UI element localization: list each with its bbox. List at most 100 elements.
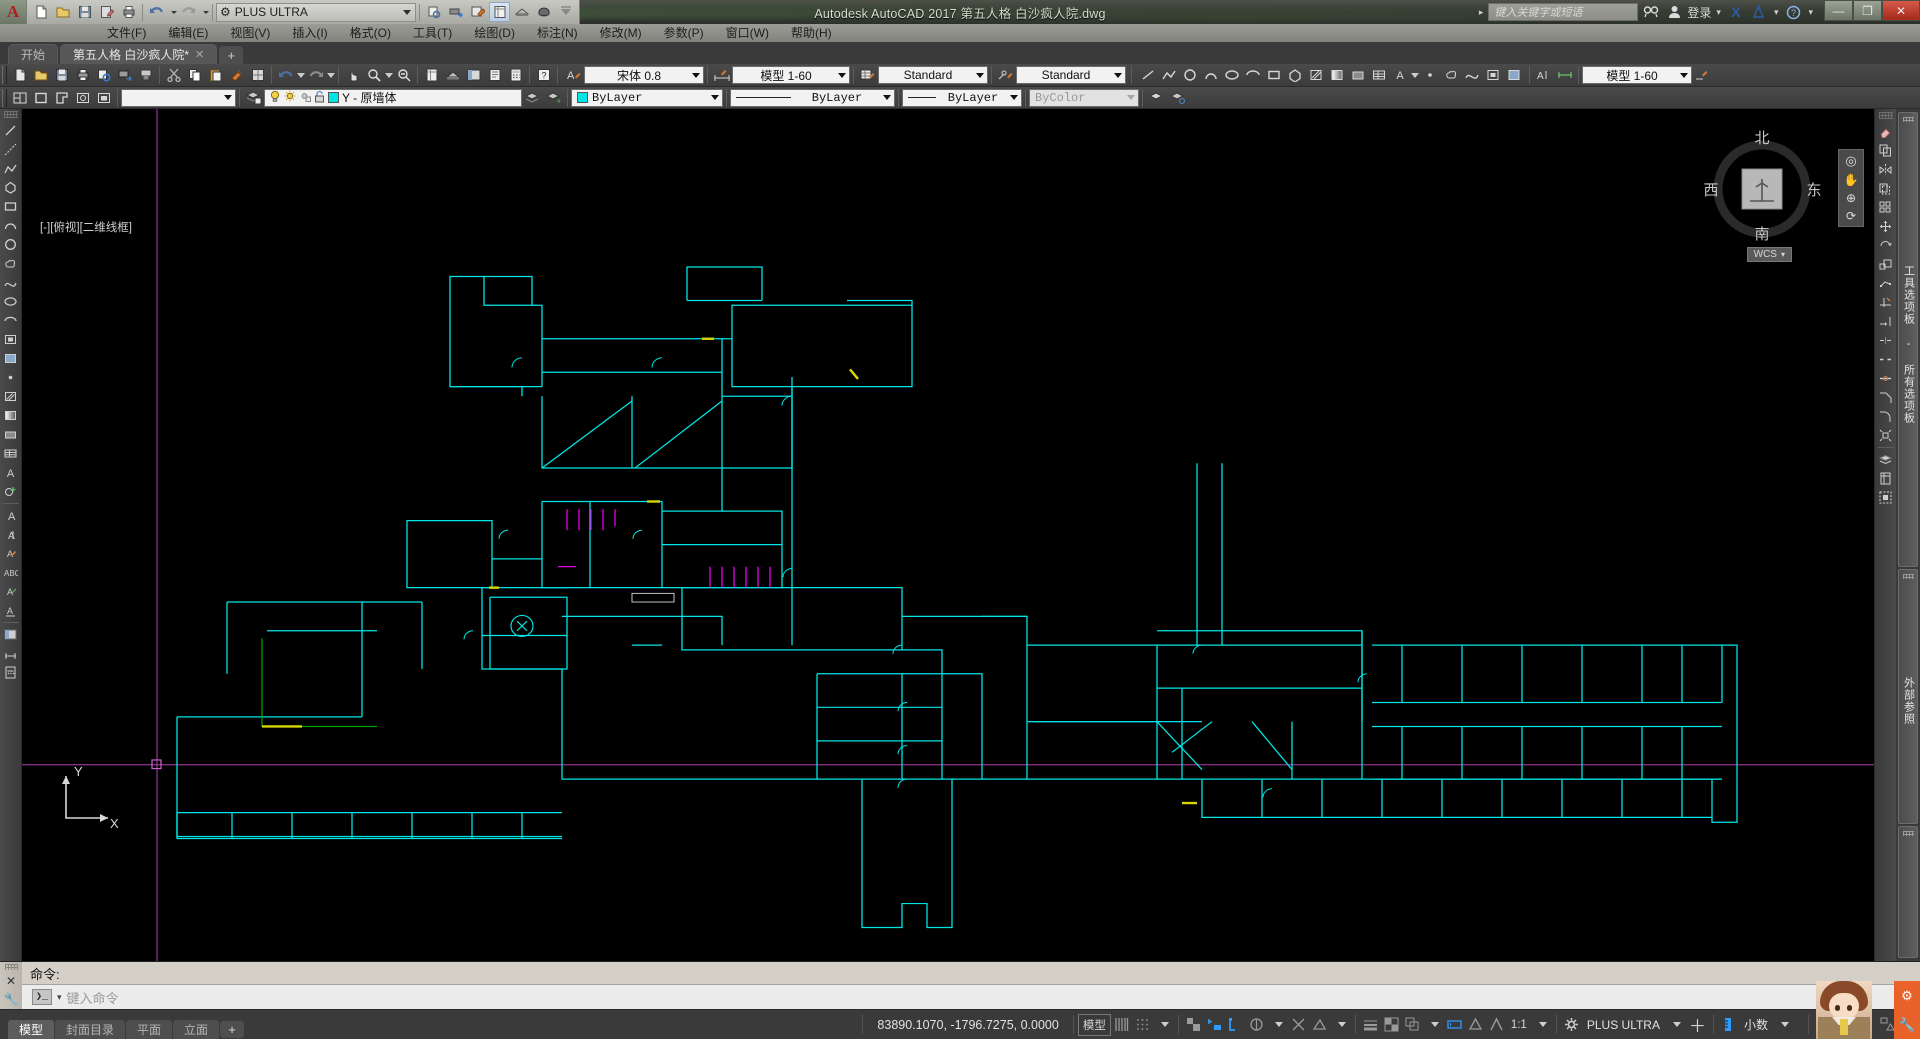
steering-wheel-icon[interactable]: ◎ xyxy=(1845,153,1856,169)
layer-combo[interactable]: Y - 原墙体 xyxy=(264,88,522,107)
break-at-point-icon[interactable] xyxy=(1876,331,1896,350)
explode-icon[interactable] xyxy=(1876,426,1896,445)
properties-tool-icon[interactable] xyxy=(1876,469,1896,488)
mirror-icon[interactable] xyxy=(1876,160,1896,179)
region-icon[interactable] xyxy=(1347,65,1368,85)
layer-freeze-icon[interactable] xyxy=(284,90,296,106)
scale-text-icon[interactable]: A xyxy=(1,582,21,601)
line-icon[interactable] xyxy=(1137,65,1158,85)
menu-edit[interactable]: 编辑(E) xyxy=(157,24,219,42)
dyn-dropdown-icon[interactable] xyxy=(1330,1014,1351,1036)
make-block-icon[interactable] xyxy=(1503,65,1524,85)
units-label[interactable]: 小数 xyxy=(1739,1016,1773,1033)
break-icon[interactable] xyxy=(1876,350,1896,369)
quickcalc-tool-icon[interactable] xyxy=(1,663,21,682)
maximize-button[interactable]: ❐ xyxy=(1853,0,1882,21)
command-input[interactable]: 键入命令 xyxy=(67,988,119,1007)
fillet-icon[interactable] xyxy=(1876,407,1896,426)
units-icon[interactable] xyxy=(1718,1014,1739,1036)
zoom-icon[interactable]: ⊕ xyxy=(1846,191,1856,205)
sheetset-icon[interactable] xyxy=(484,65,505,85)
point-tool-icon[interactable] xyxy=(1,368,21,387)
layer-states-icon[interactable] xyxy=(1146,88,1167,108)
signin-label[interactable]: 登录 xyxy=(1687,2,1711,22)
trim-icon[interactable] xyxy=(1876,293,1896,312)
snap-dropdown-icon[interactable] xyxy=(1153,1014,1174,1036)
viewport-polygonal-icon[interactable] xyxy=(51,88,72,108)
help-icon[interactable]: ? xyxy=(1783,2,1803,22)
osnap-dropdown-icon[interactable] xyxy=(1267,1014,1288,1036)
customize-icon[interactable]: 🔧 xyxy=(4,992,19,1006)
toolbar-grip[interactable] xyxy=(2,88,7,107)
hatch-icon[interactable] xyxy=(1305,65,1326,85)
viewport-object-icon[interactable] xyxy=(72,88,93,108)
ortho-icon[interactable] xyxy=(1183,1014,1204,1036)
copy-object-icon[interactable] xyxy=(1876,141,1896,160)
a360-icon[interactable] xyxy=(1749,2,1769,22)
single-line-text-icon[interactable]: A xyxy=(1,525,21,544)
chevron-down-icon[interactable]: ▾ xyxy=(57,992,62,1003)
annotation-scale-icon[interactable]: A xyxy=(1533,65,1554,85)
user-icon[interactable] xyxy=(1664,2,1684,22)
polygon-tool-icon[interactable] xyxy=(1,178,21,197)
polyline-icon[interactable] xyxy=(1158,65,1179,85)
elliptical-arc-icon[interactable] xyxy=(1242,65,1263,85)
menu-tools[interactable]: 工具(T) xyxy=(402,24,463,42)
palette-grip[interactable] xyxy=(1902,831,1914,836)
menu-file[interactable]: 文件(F) xyxy=(96,24,157,42)
add-selected-icon[interactable] xyxy=(1,482,21,501)
lineweight-combo[interactable]: ByLayer xyxy=(902,88,1022,107)
properties-icon[interactable] xyxy=(489,2,510,22)
publish-icon[interactable] xyxy=(445,2,466,22)
menu-window[interactable]: 窗口(W) xyxy=(715,24,780,42)
snap-icon[interactable] xyxy=(1132,1014,1153,1036)
matchprop-icon[interactable] xyxy=(226,65,247,85)
object-snap-icon[interactable] xyxy=(1225,1014,1246,1036)
command-grip[interactable] xyxy=(4,964,18,970)
spell-check-icon[interactable]: ABC xyxy=(1,563,21,582)
selection-cycling-icon[interactable] xyxy=(1402,1014,1423,1036)
menu-format[interactable]: 格式(O) xyxy=(339,24,402,42)
blockeditor-icon[interactable] xyxy=(247,65,268,85)
erase-icon[interactable] xyxy=(1876,122,1896,141)
layer-freeze-vp-icon[interactable] xyxy=(299,90,311,106)
redo-icon[interactable] xyxy=(178,2,199,22)
rotate-icon[interactable] xyxy=(1876,236,1896,255)
circle-icon[interactable] xyxy=(1179,65,1200,85)
layer-isolate-icon[interactable] xyxy=(1167,88,1188,108)
region-tool-icon[interactable] xyxy=(1,425,21,444)
polyline-tool-icon[interactable] xyxy=(1,159,21,178)
redo-dropdown-icon[interactable] xyxy=(200,2,209,22)
multiline-text-icon[interactable]: A xyxy=(1389,65,1410,85)
mleader-style-icon[interactable] xyxy=(995,65,1016,85)
orbit-icon[interactable]: ⟳ xyxy=(1846,209,1856,223)
pan-icon[interactable]: ✋ xyxy=(1844,173,1859,187)
gear-icon[interactable] xyxy=(1561,1014,1582,1036)
point-icon[interactable] xyxy=(1419,65,1440,85)
selection-dropdown-icon[interactable] xyxy=(1423,1014,1444,1036)
gradient-icon[interactable] xyxy=(1326,65,1347,85)
single-viewport-icon[interactable] xyxy=(30,88,51,108)
help-icon[interactable]: ? xyxy=(533,65,554,85)
layout-tab-cover[interactable]: 封面目录 xyxy=(55,1020,126,1039)
polygon-icon[interactable] xyxy=(1284,65,1305,85)
plot-icon[interactable] xyxy=(72,65,93,85)
ucs-toggle-icon[interactable] xyxy=(1288,1014,1309,1036)
search-input[interactable]: 键入关键字或短语 xyxy=(1488,3,1639,21)
gradient-tool-icon[interactable] xyxy=(1,406,21,425)
search-expand-icon[interactable]: ▸ xyxy=(1477,7,1486,18)
wcs-selector[interactable]: WCS ▾ xyxy=(1746,247,1792,262)
menu-dimension[interactable]: 标注(N) xyxy=(526,24,589,42)
search-icon[interactable] xyxy=(1641,2,1661,22)
construction-line-icon[interactable] xyxy=(1,140,21,159)
open-icon[interactable] xyxy=(30,65,51,85)
make-block-tool-icon[interactable] xyxy=(1,349,21,368)
redo-icon[interactable] xyxy=(305,65,326,85)
workspace-selector[interactable]: ⚙ PLUS ULTRA xyxy=(216,2,416,22)
toolbar-grip[interactable] xyxy=(1878,112,1893,119)
3dprint-icon[interactable] xyxy=(135,65,156,85)
new-tab-button[interactable]: + xyxy=(219,46,244,64)
save-icon[interactable] xyxy=(51,65,72,85)
undo-icon[interactable] xyxy=(146,2,167,22)
scale-dropdown-icon[interactable] xyxy=(1531,1014,1552,1036)
